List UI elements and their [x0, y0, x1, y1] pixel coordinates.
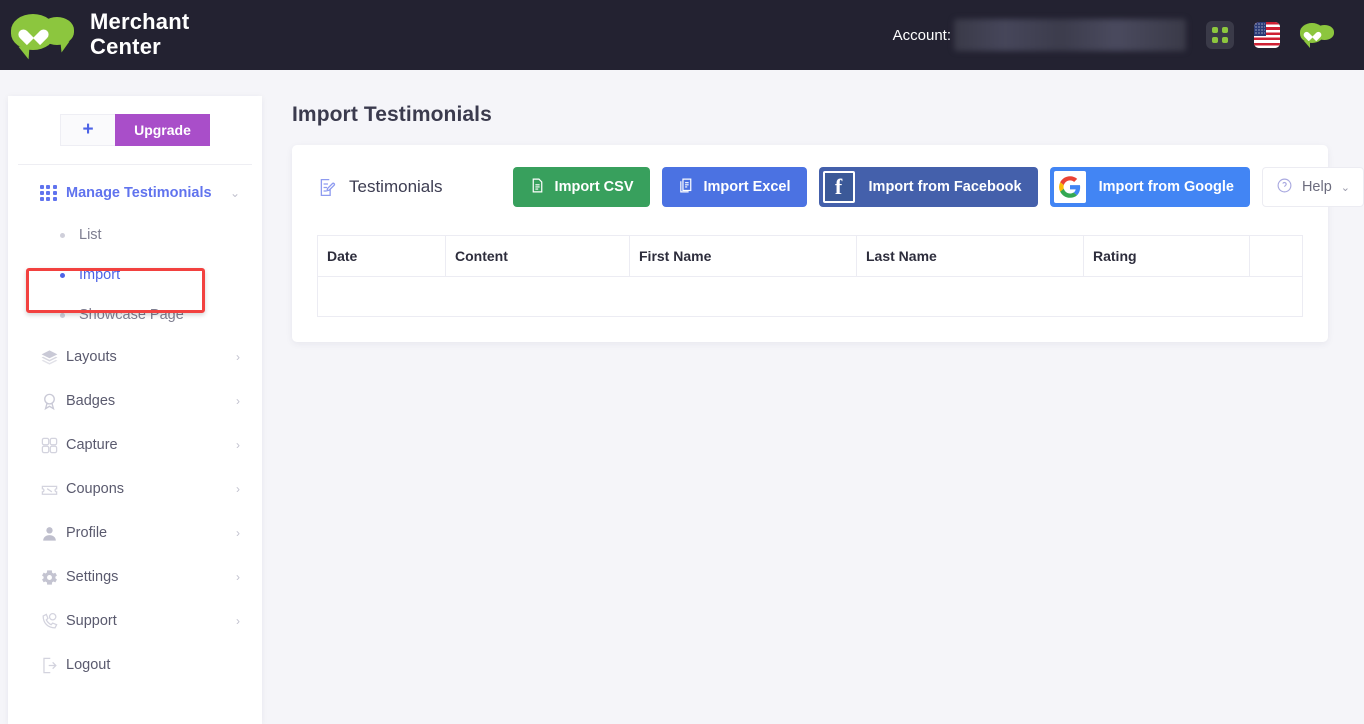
award-icon	[40, 392, 66, 411]
google-icon	[1053, 171, 1086, 203]
sidebar-subitem-list[interactable]: List	[8, 215, 262, 255]
brand-block[interactable]: Merchant Center	[0, 10, 189, 59]
facebook-icon: f	[822, 171, 855, 203]
import-csv-button[interactable]: Import CSV	[512, 167, 650, 207]
sidebar-item-settings[interactable]: Settings ›	[8, 555, 262, 599]
sidebar-item-logout[interactable]: Logout	[8, 643, 262, 687]
page-title: Import Testimonials	[292, 103, 492, 126]
table-body	[317, 276, 1303, 317]
chat-heart-logo-icon-small[interactable]	[1300, 22, 1334, 48]
sidebar-item-label: Badges	[66, 393, 116, 409]
column-header-actions	[1249, 235, 1303, 277]
bullet-icon	[60, 312, 65, 318]
sidebar-nav: Manage Testimonials ⌄ List Import Showca…	[8, 165, 262, 687]
sidebar-subitem-import[interactable]: Import	[8, 255, 262, 295]
brand-title: Merchant Center	[90, 10, 189, 59]
upgrade-button[interactable]: Upgrade	[115, 114, 210, 146]
main-content: Import Testimonials Testimonials Import …	[262, 70, 1364, 724]
ticket-icon	[40, 480, 66, 499]
us-flag-icon[interactable]	[1254, 22, 1280, 48]
import-excel-button[interactable]: Import Excel	[661, 167, 807, 207]
sidebar-item-support[interactable]: Support ›	[8, 599, 262, 643]
section-heading: Testimonials	[317, 177, 443, 198]
sidebar-item-label: Settings	[66, 569, 119, 585]
chevron-right-icon: ›	[236, 614, 240, 628]
card-toolbar: Testimonials Import CSV Import Excel f I…	[317, 167, 1364, 207]
phone-support-icon	[40, 612, 66, 631]
section-heading-label: Testimonials	[349, 177, 443, 196]
sidebar-item-label: Coupons	[66, 481, 125, 497]
sidebar-item-coupons[interactable]: Coupons ›	[8, 467, 262, 511]
import-from-google-button[interactable]: Import from Google	[1049, 167, 1250, 207]
table-header-row: Date Content First Name Last Name Rating	[317, 235, 1303, 277]
sidebar: + Upgrade Manage Testimonials ⌄ List Imp…	[8, 96, 262, 724]
chevron-down-icon: ⌄	[229, 186, 240, 200]
column-header-content[interactable]: Content	[445, 235, 630, 277]
chevron-right-icon: ›	[236, 482, 240, 496]
import-csv-label: Import CSV	[554, 179, 634, 195]
chat-heart-logo-icon	[10, 11, 76, 59]
sidebar-item-label: Logout	[66, 657, 111, 673]
header-actions: Account:	[893, 19, 1364, 51]
import-google-label: Import from Google	[1098, 179, 1234, 195]
testimonials-table: Date Content First Name Last Name Rating	[317, 235, 1303, 317]
sidebar-item-label: Layouts	[66, 349, 117, 365]
chevron-right-icon: ›	[236, 526, 240, 540]
account-selector[interactable]: Account:	[893, 19, 1186, 51]
column-header-rating[interactable]: Rating	[1083, 235, 1250, 277]
table-empty-row	[317, 276, 1303, 317]
sidebar-subitem-label: Import	[79, 267, 121, 283]
gear-icon	[40, 568, 66, 587]
edit-list-icon	[317, 177, 338, 198]
sidebar-item-manage-testimonials[interactable]: Manage Testimonials ⌄	[8, 171, 262, 215]
file-csv-icon	[529, 177, 546, 198]
sidebar-item-label: Support	[66, 613, 117, 629]
help-label: Help	[1301, 179, 1332, 195]
chevron-right-icon: ›	[236, 570, 240, 584]
brand-title-line2: Center	[90, 34, 161, 59]
brand-title-line1: Merchant	[90, 9, 190, 35]
sidebar-item-badges[interactable]: Badges ›	[8, 379, 262, 423]
table-empty-cell	[317, 276, 1303, 317]
chevron-right-icon: ›	[236, 350, 240, 364]
puzzle-icon	[40, 436, 66, 455]
import-excel-label: Import Excel	[703, 179, 791, 195]
sidebar-item-label: Manage Testimonials	[66, 185, 212, 201]
column-header-last-name[interactable]: Last Name	[856, 235, 1084, 277]
sidebar-item-layouts[interactable]: Layouts ›	[8, 335, 262, 379]
file-excel-icon	[678, 177, 695, 198]
import-from-facebook-button[interactable]: f Import from Facebook	[818, 167, 1038, 207]
help-button[interactable]: Help ⌄	[1261, 167, 1364, 207]
sidebar-subitem-label: List	[79, 227, 102, 243]
import-card: Testimonials Import CSV Import Excel f I…	[292, 145, 1364, 342]
sidebar-item-capture[interactable]: Capture ›	[8, 423, 262, 467]
chevron-right-icon: ›	[236, 394, 240, 408]
add-button[interactable]: +	[60, 114, 116, 146]
sidebar-item-profile[interactable]: Profile ›	[8, 511, 262, 555]
sidebar-subitem-label: Showcase Page	[79, 307, 184, 323]
user-icon	[40, 524, 66, 543]
column-header-first-name[interactable]: First Name	[629, 235, 857, 277]
bullet-icon	[60, 272, 65, 278]
sidebar-item-label: Profile	[66, 525, 108, 541]
grid-apps-icon[interactable]	[1206, 21, 1234, 49]
sidebar-subitem-showcase-page[interactable]: Showcase Page	[8, 295, 262, 335]
bullet-icon	[60, 232, 65, 238]
account-label: Account:	[892, 26, 951, 44]
sidebar-item-label: Capture	[66, 437, 118, 453]
import-facebook-label: Import from Facebook	[868, 179, 1022, 195]
top-header-bar: Merchant Center Account:	[0, 0, 1364, 70]
grid-icon	[40, 185, 66, 201]
question-circle-icon	[1276, 177, 1293, 198]
chevron-down-icon: ⌄	[1340, 181, 1350, 194]
chevron-right-icon: ›	[236, 438, 240, 452]
column-header-date[interactable]: Date	[317, 235, 446, 277]
account-name-redacted	[954, 19, 1186, 51]
upgrade-row: + Upgrade	[8, 96, 262, 150]
layers-icon	[40, 348, 66, 367]
logout-icon	[40, 656, 66, 675]
